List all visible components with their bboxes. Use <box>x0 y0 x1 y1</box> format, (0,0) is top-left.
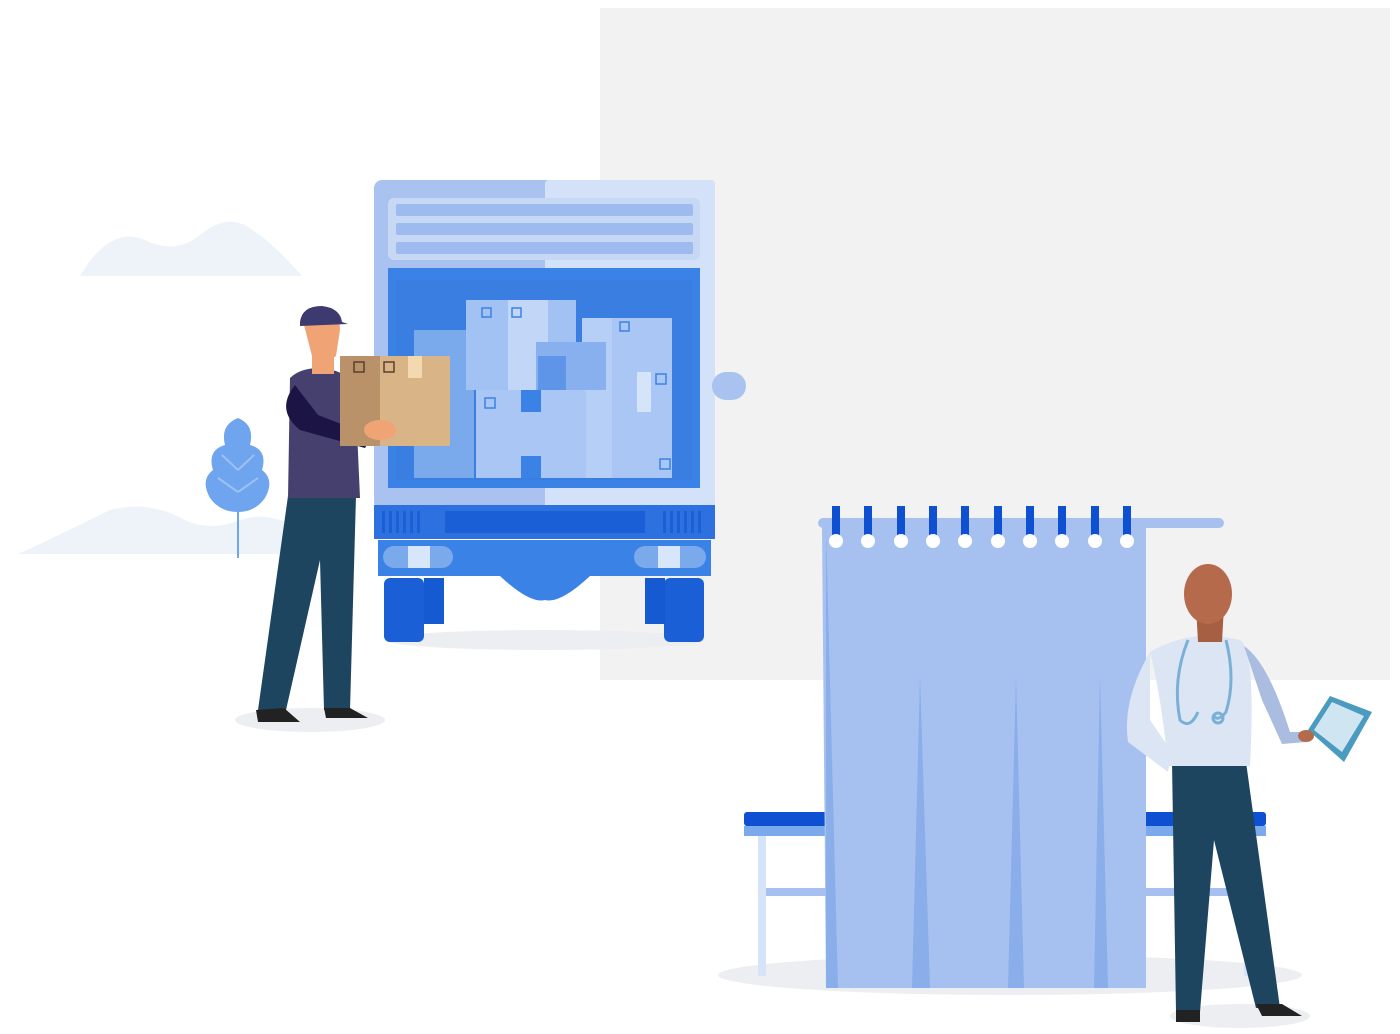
cloud-icon <box>18 506 300 554</box>
illustration-svg <box>18 180 1372 1028</box>
truck-shadow <box>385 630 705 650</box>
doctor <box>1126 564 1310 1022</box>
illustration-scene <box>0 0 1400 1034</box>
cloud-icon <box>80 221 302 276</box>
cardboard-box-icon <box>340 356 450 446</box>
tablet-icon <box>1298 696 1372 762</box>
